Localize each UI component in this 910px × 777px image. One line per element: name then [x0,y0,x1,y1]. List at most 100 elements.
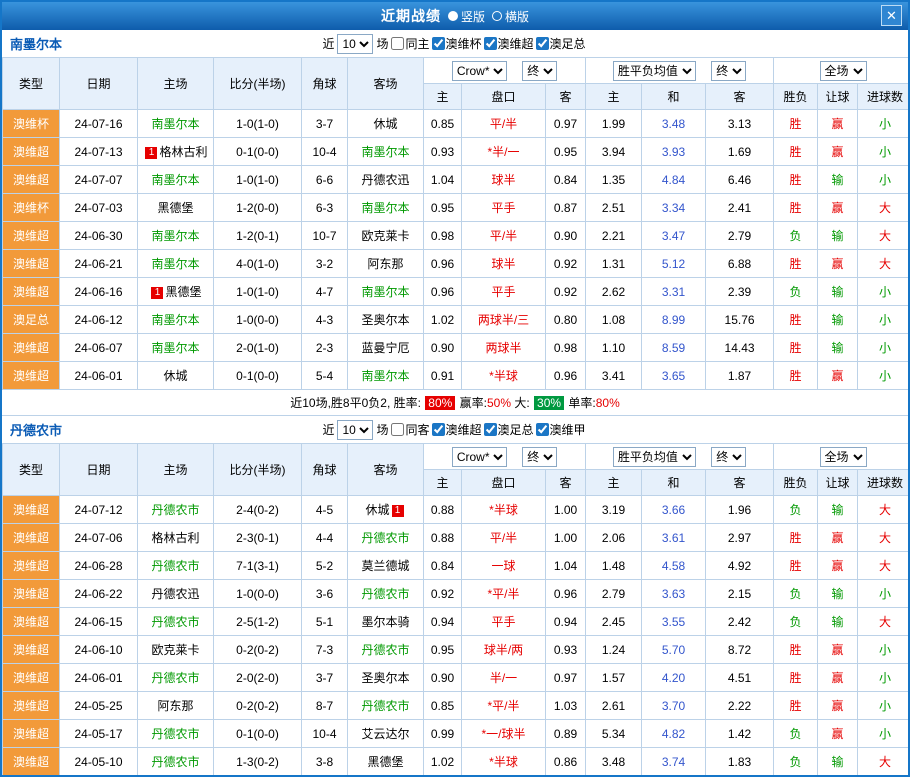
away-team-name[interactable]: 墨尔本骑 [361,615,409,629]
away-team[interactable]: 阿东那 [348,250,424,278]
layout-radio-vertical[interactable]: 竖版 [448,8,485,25]
close-icon[interactable]: ✕ [881,5,902,26]
filter-checkbox-input[interactable] [484,423,497,436]
home-team-name[interactable]: 丹德农市 [151,615,199,629]
home-team-name[interactable]: 丹德农市 [151,503,199,517]
filter-checkbox[interactable]: 同客 [391,421,429,438]
home-team[interactable]: 南墨尔本 [138,334,214,362]
filter-checkbox[interactable]: 澳维杯 [432,35,482,52]
away-team-name[interactable]: 南墨尔本 [361,145,409,159]
away-team[interactable]: 圣奥尔本 [348,306,424,334]
away-team-name[interactable]: 欧克莱卡 [361,229,409,243]
home-team[interactable]: 丹德农市 [138,496,214,524]
away-team-name[interactable]: 丹德农市 [361,699,409,713]
away-team-name[interactable]: 圣奥尔本 [361,313,409,327]
home-team[interactable]: 欧克莱卡 [138,636,214,664]
home-team-name[interactable]: 南墨尔本 [151,341,199,355]
away-team-name[interactable]: 休城 [373,117,397,131]
home-team-name[interactable]: 丹德农市 [151,559,199,573]
home-team[interactable]: 丹德农市 [138,608,214,636]
home-team-name[interactable]: 南墨尔本 [151,313,199,327]
odds-source-select[interactable]: Crow* [452,447,507,467]
filter-checkbox-input[interactable] [536,423,549,436]
euro-final-select[interactable]: 终 [711,61,746,81]
home-team[interactable]: 丹德农市 [138,748,214,776]
away-team[interactable]: 南墨尔本 [348,194,424,222]
home-team[interactable]: 丹德农市 [138,720,214,748]
filter-checkbox[interactable]: 澳足总 [484,421,534,438]
odds-source-select[interactable]: Crow* [452,61,507,81]
away-team-name[interactable]: 蓝曼宁厄 [361,341,409,355]
home-team-name[interactable]: 丹德农市 [151,727,199,741]
away-team-name[interactable]: 莫兰德城 [361,559,409,573]
team-name[interactable]: 南墨尔本 [10,34,62,53]
asian-final-select[interactable]: 终 [522,447,557,467]
home-team-name[interactable]: 南墨尔本 [151,257,199,271]
scope-select[interactable]: 全场 [820,61,867,81]
filter-checkbox-input[interactable] [391,423,404,436]
home-team-name[interactable]: 南墨尔本 [151,229,199,243]
away-team[interactable]: 丹德农市 [348,524,424,552]
home-team-name[interactable]: 格林古利 [151,531,199,545]
home-team[interactable]: 南墨尔本 [138,110,214,138]
home-team[interactable]: 丹德农市 [138,664,214,692]
home-team-name[interactable]: 阿东那 [157,699,193,713]
home-team[interactable]: 黑德堡 [138,194,214,222]
filter-checkbox[interactable]: 澳维甲 [536,421,586,438]
away-team[interactable]: 莫兰德城 [348,552,424,580]
home-team[interactable]: 1格林古利 [138,138,214,166]
filter-checkbox-input[interactable] [432,37,445,50]
home-team-name[interactable]: 南墨尔本 [151,117,199,131]
away-team[interactable]: 丹德农迅 [348,166,424,194]
team-name[interactable]: 丹德农市 [10,420,62,439]
away-team-name[interactable]: 艾云达尔 [361,727,409,741]
away-team-name[interactable]: 南墨尔本 [361,201,409,215]
away-team-name[interactable]: 圣奥尔本 [361,671,409,685]
filter-checkbox[interactable]: 澳维超 [484,35,534,52]
euro-avg-select[interactable]: 胜平负均值 [613,61,696,81]
away-team[interactable]: 黑德堡 [348,748,424,776]
asian-final-select[interactable]: 终 [522,61,557,81]
away-team-name[interactable]: 南墨尔本 [361,369,409,383]
filter-checkbox[interactable]: 澳足总 [536,35,586,52]
away-team[interactable]: 蓝曼宁厄 [348,334,424,362]
home-team[interactable]: 南墨尔本 [138,250,214,278]
home-team[interactable]: 阿东那 [138,692,214,720]
home-team[interactable]: 南墨尔本 [138,166,214,194]
away-team-name[interactable]: 南墨尔本 [361,285,409,299]
filter-checkbox-input[interactable] [536,37,549,50]
layout-radio-horizontal[interactable]: 横版 [492,8,529,25]
home-team[interactable]: 丹德农迅 [138,580,214,608]
away-team[interactable]: 丹德农市 [348,580,424,608]
match-count-select[interactable]: 10 [337,34,373,54]
away-team-name[interactable]: 丹德农市 [361,587,409,601]
away-team-name[interactable]: 休城 [365,503,389,517]
filter-checkbox-input[interactable] [391,37,404,50]
euro-avg-select[interactable]: 胜平负均值 [613,447,696,467]
radio-unselected-icon[interactable] [492,11,502,21]
away-team[interactable]: 欧克莱卡 [348,222,424,250]
away-team[interactable]: 丹德农市 [348,692,424,720]
filter-checkbox[interactable]: 澳维超 [432,421,482,438]
home-team-name[interactable]: 欧克莱卡 [151,643,199,657]
home-team-name[interactable]: 休城 [163,369,187,383]
away-team[interactable]: 休城 [348,110,424,138]
away-team[interactable]: 南墨尔本 [348,138,424,166]
home-team-name[interactable]: 丹德农迅 [151,587,199,601]
scope-select[interactable]: 全场 [820,447,867,467]
away-team[interactable]: 南墨尔本 [348,362,424,390]
match-count-select[interactable]: 10 [337,420,373,440]
away-team[interactable]: 丹德农市 [348,636,424,664]
home-team-name[interactable]: 南墨尔本 [151,173,199,187]
home-team-name[interactable]: 丹德农市 [151,755,199,769]
home-team[interactable]: 南墨尔本 [138,222,214,250]
home-team-name[interactable]: 黑德堡 [165,285,201,299]
home-team[interactable]: 1黑德堡 [138,278,214,306]
away-team[interactable]: 墨尔本骑 [348,608,424,636]
filter-checkbox[interactable]: 同主 [391,35,429,52]
away-team-name[interactable]: 黑德堡 [367,755,403,769]
radio-selected-icon[interactable] [448,11,458,21]
home-team-name[interactable]: 格林古利 [159,145,207,159]
filter-checkbox-input[interactable] [432,423,445,436]
away-team[interactable]: 艾云达尔 [348,720,424,748]
